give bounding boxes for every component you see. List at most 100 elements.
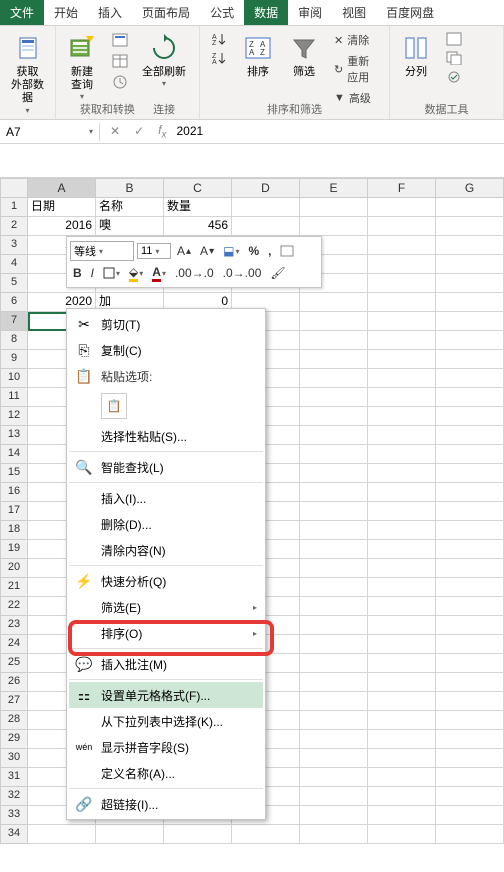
row-header[interactable]: 31 [0, 768, 28, 787]
row-header[interactable]: 25 [0, 654, 28, 673]
ctx-show-pinyin[interactable]: wén显示拼音字段(S) [69, 734, 263, 760]
cell[interactable] [368, 749, 436, 768]
cell[interactable] [436, 388, 504, 407]
cell[interactable] [368, 274, 436, 293]
row-header[interactable]: 8 [0, 331, 28, 350]
cell[interactable] [368, 578, 436, 597]
cell[interactable] [368, 521, 436, 540]
sort-asc-button[interactable]: AZ [206, 30, 232, 48]
cell[interactable] [368, 350, 436, 369]
cell[interactable] [300, 464, 368, 483]
cell[interactable] [436, 768, 504, 787]
ctx-format-cells[interactable]: ⚏设置单元格格式(F)... [69, 682, 263, 708]
from-table-button[interactable] [108, 51, 132, 71]
data-validation-button[interactable] [442, 68, 466, 86]
cell[interactable] [368, 464, 436, 483]
row-header[interactable]: 3 [0, 236, 28, 255]
cell[interactable] [300, 312, 368, 331]
increase-font-button[interactable]: A▴ [174, 242, 194, 260]
row-header[interactable]: 14 [0, 445, 28, 464]
cell[interactable] [368, 825, 436, 844]
ctx-insert-comment[interactable]: 💬插入批注(M) [69, 651, 263, 677]
decrease-decimal-button[interactable]: .00→.0 [172, 264, 217, 282]
cell[interactable] [300, 654, 368, 673]
cell[interactable] [300, 806, 368, 825]
row-header[interactable]: 17 [0, 502, 28, 521]
cell[interactable] [300, 559, 368, 578]
row-header[interactable]: 19 [0, 540, 28, 559]
cell[interactable] [436, 217, 504, 236]
col-header-D[interactable]: D [232, 178, 300, 198]
cell[interactable] [436, 692, 504, 711]
cell[interactable] [436, 597, 504, 616]
cell[interactable] [436, 559, 504, 578]
cell[interactable] [368, 559, 436, 578]
increase-decimal-button[interactable]: .0→.00 [220, 264, 265, 282]
row-header[interactable]: 24 [0, 635, 28, 654]
name-box[interactable]: A7▾ [0, 123, 100, 141]
cell[interactable] [436, 255, 504, 274]
cell[interactable] [436, 502, 504, 521]
col-header-G[interactable]: G [436, 178, 504, 198]
cell[interactable] [300, 711, 368, 730]
col-header-A[interactable]: A [28, 178, 96, 198]
ctx-clear[interactable]: 清除内容(N) [69, 537, 263, 563]
ctx-smart-lookup[interactable]: 🔍智能查找(L) [69, 454, 263, 480]
font-select[interactable]: 等线▾ [70, 241, 134, 261]
cell[interactable] [368, 198, 436, 217]
get-external-data-button[interactable]: 获取 外部数据 ▾ [4, 28, 51, 119]
row-header[interactable]: 33 [0, 806, 28, 825]
cell[interactable] [368, 312, 436, 331]
cell[interactable] [232, 198, 300, 217]
cell[interactable] [368, 806, 436, 825]
cell[interactable] [436, 730, 504, 749]
recent-sources-button[interactable] [108, 72, 132, 92]
cell[interactable] [300, 198, 368, 217]
cell[interactable] [436, 616, 504, 635]
cell[interactable] [436, 635, 504, 654]
row-header[interactable]: 20 [0, 559, 28, 578]
tab-home[interactable]: 开始 [44, 0, 88, 25]
tab-review[interactable]: 审阅 [288, 0, 332, 25]
select-all-corner[interactable] [0, 178, 28, 198]
cell[interactable] [300, 426, 368, 445]
fx-icon[interactable]: fx [154, 123, 170, 140]
cell[interactable] [300, 502, 368, 521]
sort-desc-button[interactable]: ZA [206, 49, 232, 67]
cell[interactable] [300, 730, 368, 749]
cell[interactable] [368, 597, 436, 616]
col-header-F[interactable]: F [368, 178, 436, 198]
cell[interactable] [368, 616, 436, 635]
cell[interactable] [300, 217, 368, 236]
cell[interactable] [436, 749, 504, 768]
cell[interactable] [300, 749, 368, 768]
cell[interactable] [300, 825, 368, 844]
cell[interactable] [368, 654, 436, 673]
cell[interactable]: 名称 [96, 198, 164, 217]
remove-dup-button[interactable] [442, 49, 466, 67]
col-header-C[interactable]: C [164, 178, 232, 198]
row-header[interactable]: 23 [0, 616, 28, 635]
cell[interactable] [368, 388, 436, 407]
comma-button[interactable]: , [265, 242, 274, 260]
cell[interactable] [300, 673, 368, 692]
cell[interactable] [368, 426, 436, 445]
ctx-filter[interactable]: 筛选(E)▸ [69, 594, 263, 620]
cell[interactable] [436, 350, 504, 369]
cell[interactable] [436, 673, 504, 692]
ctx-define-name[interactable]: 定义名称(A)... [69, 760, 263, 786]
cell[interactable] [368, 692, 436, 711]
cell[interactable] [368, 502, 436, 521]
cell[interactable]: 456 [164, 217, 232, 236]
cell[interactable] [300, 616, 368, 635]
row-header[interactable]: 22 [0, 597, 28, 616]
cell[interactable]: 数量 [164, 198, 232, 217]
row-header[interactable]: 16 [0, 483, 28, 502]
row-header[interactable]: 13 [0, 426, 28, 445]
cell[interactable] [300, 388, 368, 407]
decrease-font-button[interactable]: A▾ [197, 242, 217, 260]
tab-view[interactable]: 视图 [332, 0, 376, 25]
bold-button[interactable]: B [70, 264, 85, 282]
tab-baidu[interactable]: 百度网盘 [376, 0, 444, 25]
cell[interactable] [300, 521, 368, 540]
